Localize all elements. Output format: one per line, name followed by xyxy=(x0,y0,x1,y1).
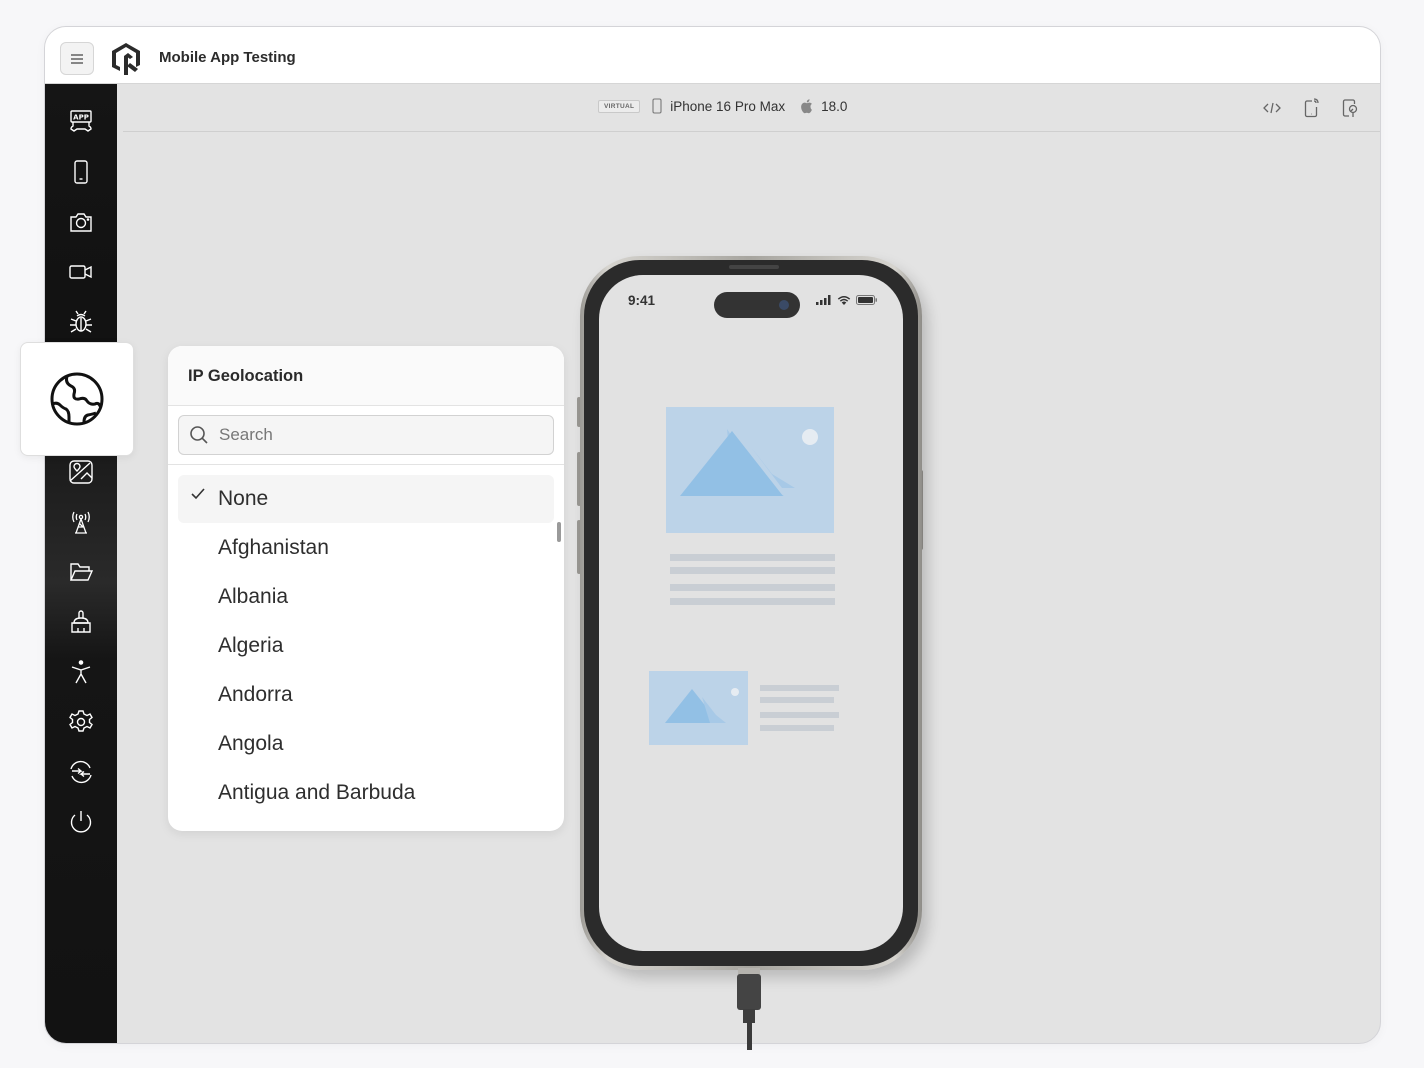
image-location-icon xyxy=(69,460,93,484)
inspector-button[interactable] xyxy=(1260,96,1284,120)
sidebar-item-accessibility[interactable] xyxy=(63,654,99,690)
sidebar-item-settings[interactable] xyxy=(63,704,99,740)
check-icon xyxy=(191,488,205,500)
sidebar-item-debug[interactable] xyxy=(63,304,99,340)
gear-icon xyxy=(69,710,93,732)
device-info: VIRTUAL iPhone 16 Pro Max 18.0 xyxy=(598,98,847,114)
list-item-none[interactable]: None xyxy=(178,475,554,523)
device-tools xyxy=(1260,96,1362,120)
list-item[interactable]: Andorra xyxy=(178,670,554,719)
video-camera-icon xyxy=(69,265,92,279)
code-icon xyxy=(1263,102,1281,114)
ip-geolocation-panel: IP Geolocation None Afghanistan Albania … xyxy=(168,346,564,831)
search-field[interactable] xyxy=(178,415,554,455)
sidebar-item-geolocation[interactable] xyxy=(20,342,134,456)
sidebar-item-clean[interactable] xyxy=(63,604,99,640)
earpiece xyxy=(729,265,779,269)
search-input[interactable] xyxy=(219,425,553,445)
option-label: Afghanistan xyxy=(218,535,329,559)
device-toolbar: VIRTUAL iPhone 16 Pro Max 18.0 xyxy=(123,84,1380,132)
placeholder-content xyxy=(649,407,839,745)
os-version: 18.0 xyxy=(821,98,848,114)
globe-icon xyxy=(50,372,104,426)
hamburger-menu-icon xyxy=(71,53,83,64)
list-item[interactable]: Algeria xyxy=(178,621,554,670)
accessibility-icon xyxy=(71,660,91,684)
sidebar-item-switch[interactable] xyxy=(63,754,99,790)
sidebar-item-video[interactable] xyxy=(63,254,99,290)
title-bar: Mobile App Testing xyxy=(45,27,1380,84)
app-install-icon: APP xyxy=(70,110,92,132)
sidebar: APP xyxy=(45,84,117,1043)
list-item[interactable]: Afghanistan xyxy=(178,523,554,572)
option-label: Algeria xyxy=(218,633,284,657)
device-search-button[interactable] xyxy=(1338,96,1362,120)
brush-icon xyxy=(71,610,91,633)
power-icon xyxy=(70,811,92,833)
folder-icon xyxy=(69,563,94,581)
device-signal-button[interactable] xyxy=(1299,96,1323,120)
phone-screen[interactable]: 9:41 xyxy=(599,275,903,951)
sidebar-item-camera[interactable] xyxy=(63,204,99,240)
list-item[interactable]: Angola xyxy=(178,719,554,768)
virtual-badge: VIRTUAL xyxy=(598,99,641,113)
antenna-icon xyxy=(72,511,90,534)
sidebar-item-network[interactable] xyxy=(63,504,99,540)
camera-icon xyxy=(70,213,92,232)
menu-button[interactable] xyxy=(60,42,94,75)
hero-image-placeholder xyxy=(666,407,834,533)
option-label: Angola xyxy=(218,731,284,755)
option-label: None xyxy=(218,487,269,510)
list-item[interactable]: Albania xyxy=(178,572,554,621)
switch-session-icon xyxy=(70,760,92,784)
device-search-icon xyxy=(1342,99,1358,117)
sidebar-item-image-injection[interactable] xyxy=(63,454,99,490)
apple-icon xyxy=(801,99,812,114)
country-list: None Afghanistan Albania Algeria Andorra… xyxy=(168,465,564,817)
app-title: Mobile App Testing xyxy=(159,49,296,66)
panel-title: IP Geolocation xyxy=(168,346,564,406)
sidebar-item-app[interactable]: APP xyxy=(63,104,99,140)
svg-text:APP: APP xyxy=(73,114,89,122)
usb-c-plug xyxy=(737,974,761,1010)
thumbnail-text-placeholder xyxy=(760,685,839,731)
text-lines-placeholder xyxy=(670,554,835,605)
sidebar-item-device[interactable] xyxy=(63,154,99,190)
mobile-device-icon xyxy=(74,160,88,184)
phone-bezel: 9:41 xyxy=(584,260,918,966)
sidebar-item-files[interactable] xyxy=(63,554,99,590)
search-icon xyxy=(190,426,208,444)
cable-wire xyxy=(747,1020,752,1050)
search-area xyxy=(168,406,564,465)
brand-logo-icon xyxy=(112,43,140,75)
option-label: Andorra xyxy=(218,682,293,706)
thumbnail-placeholder xyxy=(649,671,748,745)
phone-icon xyxy=(652,98,662,114)
phone-mockup: 9:41 xyxy=(580,256,922,970)
list-item[interactable]: Antigua and Barbuda xyxy=(178,768,554,817)
sidebar-item-power[interactable] xyxy=(63,804,99,840)
bug-icon xyxy=(70,310,92,333)
device-name: iPhone 16 Pro Max xyxy=(670,98,786,114)
option-label: Antigua and Barbuda xyxy=(218,780,416,804)
list-scrollbar[interactable] xyxy=(557,522,561,542)
device-signal-icon xyxy=(1304,98,1319,118)
option-label: Albania xyxy=(218,584,289,608)
